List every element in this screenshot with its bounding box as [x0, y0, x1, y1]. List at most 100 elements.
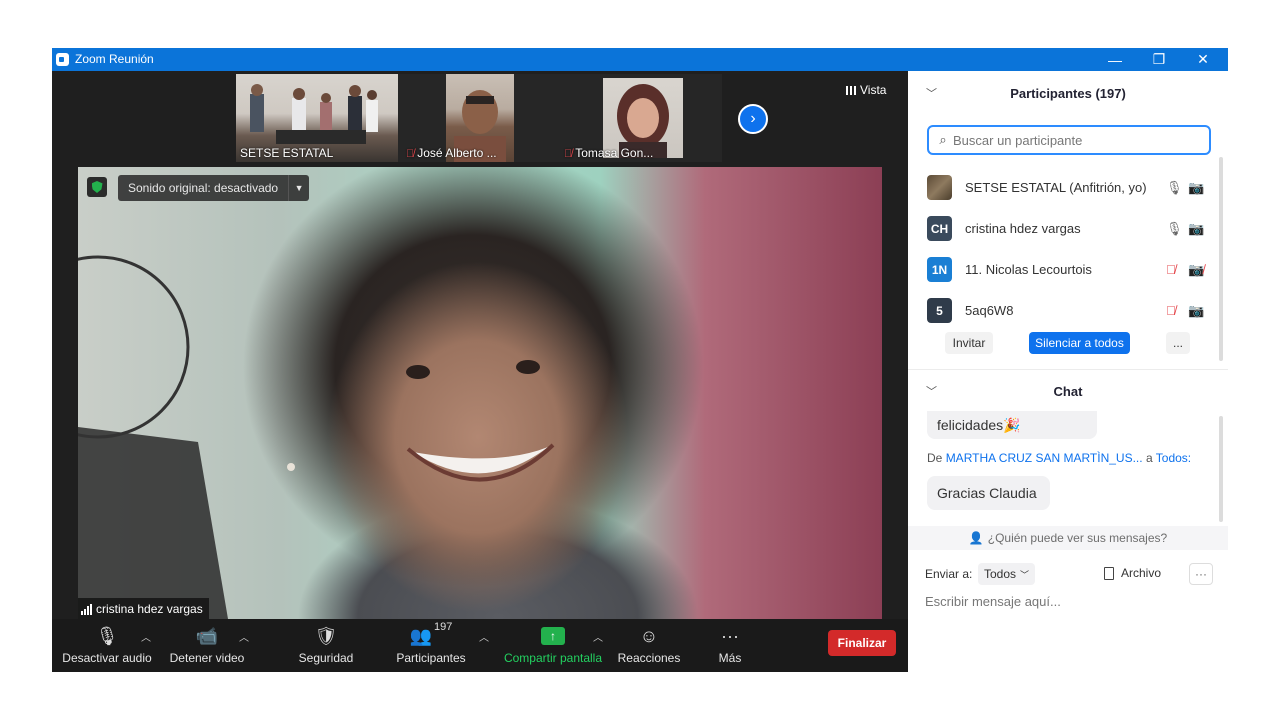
send-options-row: Enviar a: Todos ﹀ Archivo ··· [925, 563, 1215, 587]
reactions-button[interactable]: ☺ Reacciones [616, 619, 682, 672]
audio-options-caret-icon[interactable]: ︿ [141, 629, 151, 644]
speaker-name: cristina hdez vargas [96, 602, 203, 616]
who-can-see-label: ¿Quién puede ver sus mensajes? [987, 531, 1168, 545]
microphone-icon[interactable]: 🎙 [1166, 180, 1183, 196]
avatar: 1N [927, 257, 952, 282]
chat-header: ﹀ Chat [908, 371, 1228, 411]
invite-button[interactable]: Invitar [945, 332, 993, 354]
video-camera-icon[interactable]: 📷 [1188, 180, 1204, 196]
person-icon: 👤 [968, 531, 984, 545]
title-bar: Zoom Reunión — ❐ ✕ [52, 48, 1228, 71]
video-thumbnail[interactable]: 🎙̸ Tomasa Gon... [560, 74, 722, 162]
chat-title: Chat [1053, 383, 1083, 399]
restore-button[interactable]: ❐ [1136, 48, 1182, 71]
participants-title: Participantes (197) [1010, 85, 1126, 101]
view-button[interactable]: Vista [846, 83, 886, 97]
speaker-scene-picture [78, 255, 555, 619]
avatar: CH [927, 216, 952, 241]
participant-row[interactable]: CH cristina hdez vargas 🎙 📷 [908, 208, 1228, 249]
original-sound-dropdown[interactable]: Sonido original: desactivado ▼ [118, 175, 310, 201]
chat-message-input[interactable]: Escribir mensaje aquí... [925, 594, 1061, 609]
share-screen-button[interactable]: ↑ Compartir pantalla [500, 619, 606, 672]
chat-sender-line: De MARTHA CRUZ SAN MARTÌN_US... a Todos: [927, 451, 1191, 465]
zoom-logo-icon [56, 53, 69, 66]
original-sound-label: Sonido original: desactivado [128, 181, 279, 195]
who-can-see-link[interactable]: 👤 ¿Quién puede ver sus mensajes? [908, 526, 1228, 550]
participants-button[interactable]: 👥 197 Participantes [392, 619, 470, 672]
emoji-add-icon: ☺ [639, 626, 659, 646]
video-thumbnail[interactable]: 🎙̸ José Alberto ... [398, 74, 560, 162]
more-label: Más [718, 651, 742, 665]
chevron-right-icon: › [750, 110, 756, 127]
participant-search-input[interactable]: ⌕ Buscar un participante [927, 125, 1211, 155]
participant-list: SETSE ESTATAL (Anfitrión, yo) 🎙 📷 CH cri… [908, 167, 1228, 331]
divider [908, 369, 1228, 370]
view-label: Vista [860, 83, 887, 97]
next-page-button[interactable]: › [738, 104, 768, 134]
shield-check [91, 181, 103, 193]
zoom-window: Zoom Reunión — ❐ ✕ SETSE ESTATAL 🎙̸ José… [52, 48, 1228, 672]
chevron-down-icon[interactable]: ▼ [288, 175, 309, 201]
participant-row[interactable]: 5 5aq6W8 🎙̸ 📷 [908, 290, 1228, 331]
collapse-chevron-icon[interactable]: ﹀ [926, 85, 937, 101]
chat-message: Gracias Claudia [927, 476, 1050, 510]
video-thumbnail[interactable]: SETSE ESTATAL [236, 74, 398, 162]
signal-bars-icon [81, 603, 92, 615]
chat-more-button[interactable]: ··· [1189, 563, 1213, 585]
grid-view-icon [846, 85, 856, 95]
chat-scrollbar[interactable] [1219, 416, 1223, 522]
file-button[interactable]: Archivo [1104, 566, 1161, 580]
encryption-shield-icon [87, 177, 107, 197]
participant-row[interactable]: 1N 11. Nicolas Lecourtois 🎙̸ 📷̸ [908, 249, 1228, 290]
meeting-toolbar: 🎙 Desactivar audio ︿ 📹 Detener video ︿ 🛡… [52, 619, 908, 672]
participants-options-caret-icon[interactable]: ︿ [479, 629, 489, 644]
more-button[interactable]: ··· Más [708, 619, 752, 672]
thumbnail-name-text: José Alberto ... [417, 146, 497, 160]
video-off-icon[interactable]: 📷̸ [1188, 262, 1204, 278]
participant-row[interactable]: SETSE ESTATAL (Anfitrión, yo) 🎙 📷 [908, 167, 1228, 208]
video-camera-icon[interactable]: 📷 [1188, 303, 1204, 319]
send-to-label: Enviar a: [925, 567, 973, 581]
participants-label: Participantes [396, 651, 466, 665]
side-panel: ﹀ Participantes (197) ⌕ Buscar un partic… [908, 71, 1228, 672]
video-camera-icon[interactable]: 📷 [1188, 221, 1204, 237]
mute-audio-label: Desactivar audio [62, 651, 152, 665]
close-button[interactable]: ✕ [1180, 48, 1226, 71]
avatar [927, 175, 952, 200]
participant-name: SETSE ESTATAL (Anfitrión, yo) [965, 180, 1147, 195]
active-speaker-video [78, 167, 882, 619]
thumbnail-name: 🎙̸ Tomasa Gon... [564, 146, 653, 160]
microphone-icon: 🎙 [95, 626, 119, 646]
end-meeting-button[interactable]: Finalizar [828, 630, 896, 656]
collapse-chevron-icon[interactable]: ﹀ [926, 383, 937, 399]
participants-scrollbar[interactable] [1219, 157, 1223, 361]
security-button[interactable]: 🛡 Seguridad [288, 619, 364, 672]
microphone-icon[interactable]: 🎙 [1166, 221, 1183, 237]
recipient-name[interactable]: Todos: [1156, 451, 1191, 465]
participant-name: cristina hdez vargas [965, 221, 1081, 236]
mic-muted-icon[interactable]: 🎙̸ [1166, 303, 1176, 318]
window-title: Zoom Reunión [75, 52, 154, 66]
search-placeholder: Buscar un participante [953, 132, 1083, 148]
mute-all-button[interactable]: Silenciar a todos [1029, 332, 1130, 354]
search-icon: ⌕ [939, 132, 947, 147]
send-to-dropdown[interactable]: Todos ﹀ [978, 563, 1036, 585]
stop-video-button[interactable]: 📹 Detener video [164, 619, 250, 672]
more-dots-icon: ··· [721, 626, 739, 646]
file-icon [1104, 566, 1114, 580]
video-options-caret-icon[interactable]: ︿ [239, 629, 249, 644]
video-camera-icon: 📹 [195, 626, 219, 646]
meeting-area: SETSE ESTATAL 🎙̸ José Alberto ... 🎙̸ Tom… [52, 71, 908, 672]
sender-name[interactable]: MARTHA CRUZ SAN MARTÌN_US... [946, 451, 1143, 465]
shield-icon: 🛡 [314, 626, 338, 646]
chat-message: felicidades🎉 [927, 411, 1097, 439]
reactions-label: Reacciones [617, 651, 681, 665]
speaker-name-tag: cristina hdez vargas [78, 598, 209, 620]
thumbnail-name: 🎙̸ José Alberto ... [406, 146, 497, 160]
minimize-button[interactable]: — [1092, 48, 1138, 71]
share-options-caret-icon[interactable]: ︿ [593, 629, 603, 644]
participants-more-button[interactable]: ... [1166, 332, 1190, 354]
thumbnail-name: SETSE ESTATAL [240, 146, 334, 160]
mute-audio-button[interactable]: 🎙 Desactivar audio [62, 619, 152, 672]
mic-muted-icon[interactable]: 🎙̸ [1166, 262, 1176, 277]
